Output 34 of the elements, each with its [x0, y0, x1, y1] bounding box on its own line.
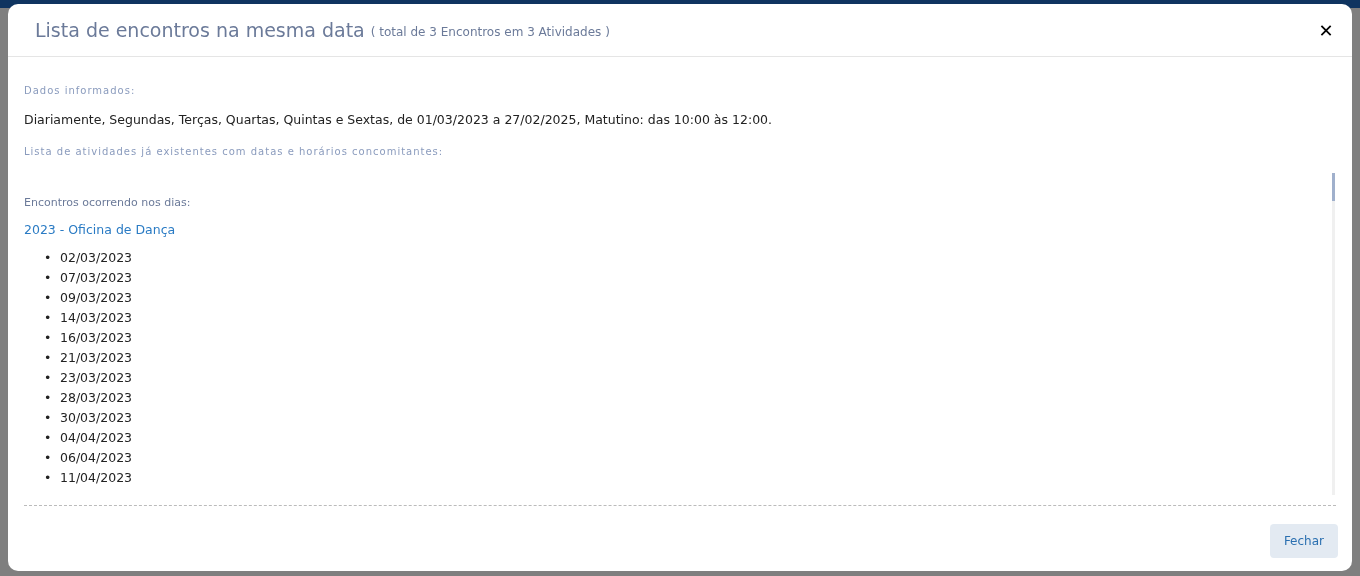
bullet: • — [44, 289, 53, 307]
close-dialog-button[interactable]: Fechar — [1269, 523, 1338, 558]
date-text: 02/03/2023 — [60, 249, 133, 267]
bullet: • — [44, 369, 53, 387]
occurrences-label: Encontros ocorrendo nos dias: — [24, 194, 192, 211]
modal-title: Lista de encontros na mesma data — [35, 17, 365, 43]
bullet: • — [44, 249, 53, 267]
section-label: Dados informados: — [24, 84, 137, 98]
bullet: • — [44, 329, 53, 347]
date-text: 21/03/2023 — [60, 349, 133, 367]
date-text: 11/04/2023 — [60, 469, 133, 487]
date-text: 06/04/2023 — [60, 449, 133, 467]
date-text: 04/04/2023 — [60, 429, 133, 447]
date-text: 30/03/2023 — [60, 409, 133, 427]
section-label: Lista de atividades já existentes com datas e horários concomitantes: — [24, 144, 445, 159]
date-text: 07/03/2023 — [60, 269, 133, 287]
bullet: • — [44, 429, 53, 447]
scrollbar-thumb[interactable] — [1332, 172, 1335, 201]
bullet: • — [44, 469, 53, 487]
date-text: 16/03/2023 — [60, 329, 133, 347]
bullet: • — [44, 389, 53, 407]
bullet: • — [44, 269, 53, 287]
bullet: • — [44, 349, 53, 367]
date-text: 28/03/2023 — [60, 389, 133, 407]
bullet: • — [44, 409, 53, 427]
bullet: • — [44, 449, 53, 467]
modal-subtitle: ( total de 3 Encontros em 3 Atividades ) — [370, 23, 610, 41]
date-text: 14/03/2023 — [60, 309, 133, 327]
date-text: 23/03/2023 — [60, 369, 133, 387]
date-text: 09/03/2023 — [60, 289, 133, 307]
close-button[interactable]: ✕ — [1314, 18, 1338, 42]
activity-title: 2023 - Oficina de Dança — [24, 221, 177, 240]
informed-text: Diariamente, Segundas, Terças, Quartas, Quintas e Sextas, de 01/03/2023 a 27/02/2025, Matutino: das 10:00 às 12:00. — [24, 111, 773, 129]
bullet: • — [44, 309, 53, 327]
